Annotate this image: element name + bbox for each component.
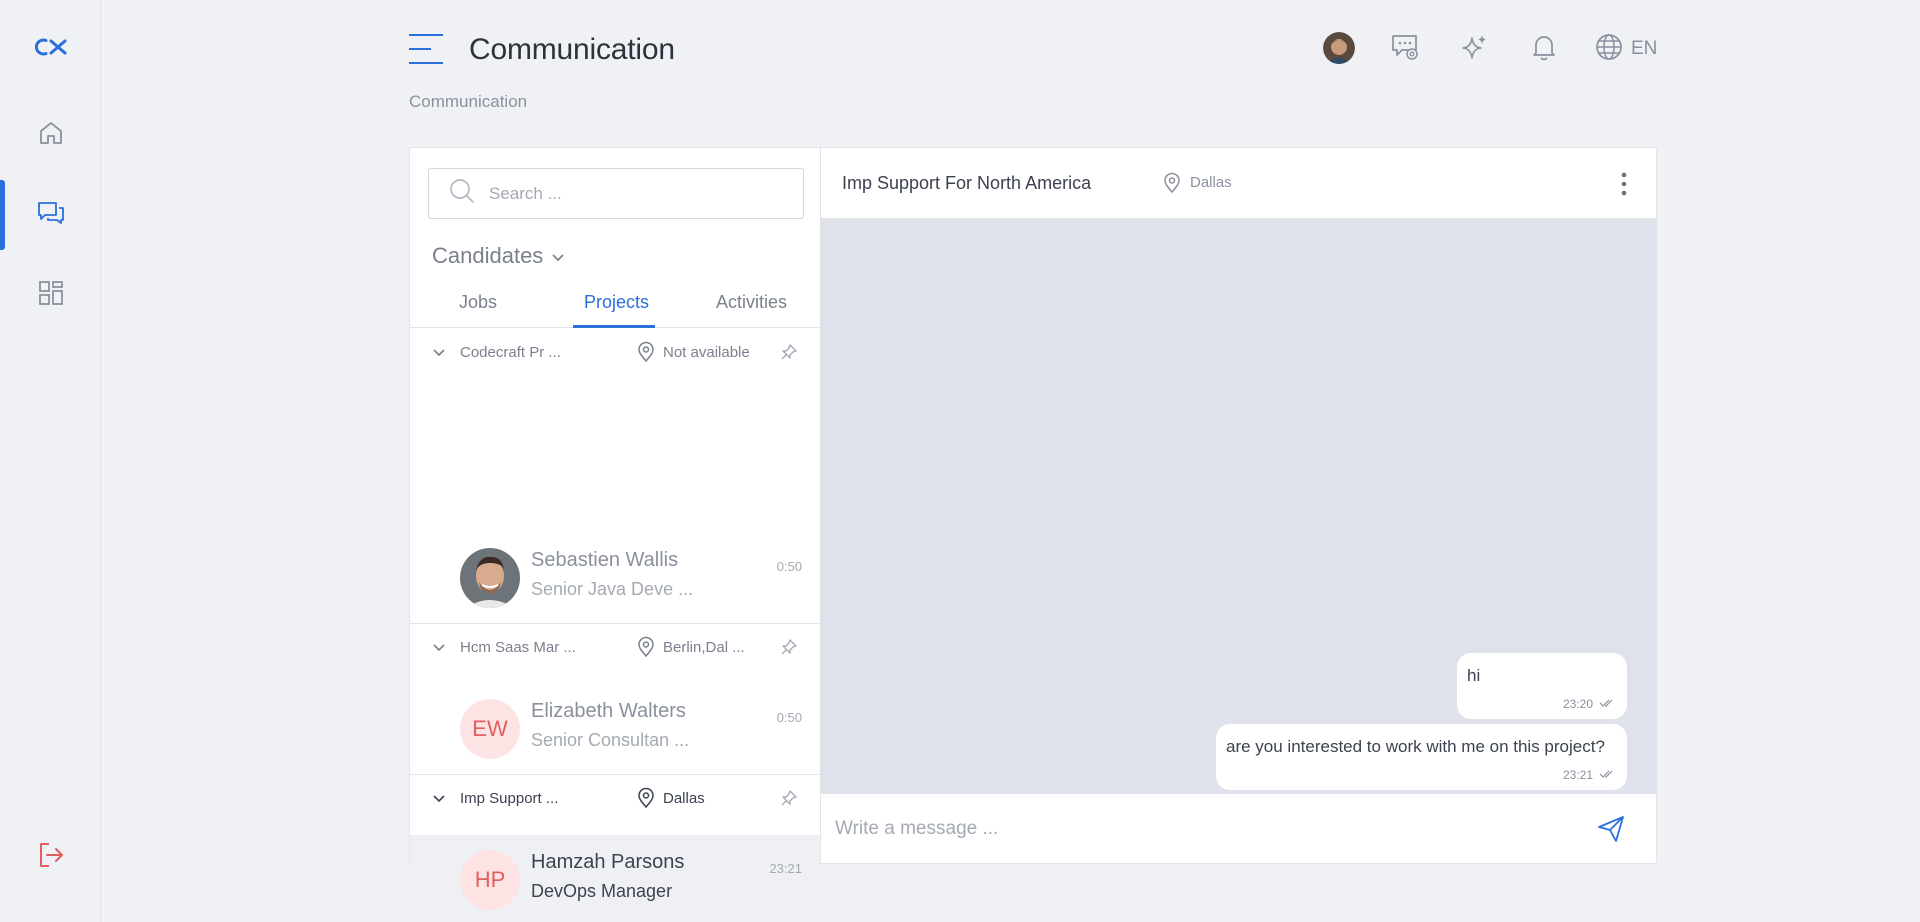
nav-communication[interactable] [0, 180, 101, 250]
message-input[interactable] [835, 812, 1575, 846]
notifications-button[interactable] [1527, 32, 1561, 66]
contact-list-item-selected[interactable]: HP Hamzah Parsons DevOps Manager 23:21 [410, 835, 820, 922]
contact-avatar: HP [460, 850, 520, 910]
tab-projects[interactable]: Projects [584, 292, 649, 313]
pin-icon[interactable] [780, 343, 798, 366]
contact-name: Elizabeth Walters [531, 700, 686, 722]
left-rail [0, 0, 101, 922]
active-tab-indicator [573, 325, 655, 328]
message-composer [821, 794, 1656, 863]
message-text: hi [1467, 666, 1481, 685]
candidates-dropdown-label: Candidates [432, 243, 544, 268]
contact-role: Senior Java Deve ... [531, 579, 694, 599]
contact-time: 0:50 [776, 710, 802, 725]
location-pin-icon [636, 636, 656, 663]
message-meta: 23:20 [1563, 697, 1615, 711]
message-text: are you interested to work with me on th… [1226, 737, 1605, 756]
double-check-icon [1599, 697, 1615, 711]
chevron-down-icon [551, 243, 565, 269]
globe-icon [1594, 32, 1624, 67]
project-group-header[interactable]: Hcm Saas Mar ... Berlin,Dal ... [410, 624, 820, 672]
contact-time: 23:21 [769, 861, 802, 876]
candidates-dropdown[interactable]: Candidates [432, 243, 565, 269]
contact-name: Hamzah Parsons [531, 851, 685, 873]
language-label[interactable]: EN [1631, 38, 1657, 60]
tab-bar: Jobs Projects Activities [410, 278, 820, 328]
language-button[interactable] [1592, 32, 1626, 66]
top-bar: EN [0, 30, 1920, 66]
logout-button[interactable] [0, 840, 101, 875]
project-group-name: Hcm Saas Mar ... [460, 639, 576, 656]
communication-panel: Candidates Jobs Projects Activities Code… [409, 147, 1657, 922]
chevron-down-icon[interactable] [432, 791, 446, 809]
location-pin-icon [636, 341, 656, 368]
conversation-list-pane: Candidates Jobs Projects Activities Code… [410, 148, 821, 922]
nav-home[interactable] [0, 100, 101, 170]
project-group-location: Not available [663, 344, 750, 361]
message-meta: 23:21 [1563, 768, 1615, 782]
send-icon[interactable] [1596, 814, 1626, 849]
message-time: 23:21 [1562, 768, 1593, 782]
breadcrumb[interactable]: Communication [409, 92, 527, 112]
chat-location: Dallas [1190, 174, 1232, 191]
user-avatar[interactable] [1323, 32, 1355, 64]
chat-settings-icon [1390, 32, 1420, 67]
contact-list-item[interactable]: EW Elizabeth Walters Senior Consultan ..… [410, 684, 820, 774]
contact-avatar: EW [460, 699, 520, 759]
project-group-location: Berlin,Dal ... [663, 639, 745, 656]
chat-header: Imp Support For North America Dallas [821, 148, 1656, 219]
double-check-icon [1599, 768, 1615, 782]
home-icon [37, 119, 65, 152]
contact-role: DevOps Manager [531, 881, 673, 901]
project-group-name: Imp Support ... [460, 790, 559, 807]
contact-avatar [460, 548, 520, 608]
project-group-name: Codecraft Pr ... [460, 344, 561, 361]
grid-icon [37, 279, 65, 312]
search-box[interactable] [428, 168, 804, 219]
message-bubble: are you interested to work with me on th… [1216, 724, 1627, 790]
tab-activities[interactable]: Activities [716, 292, 787, 313]
contact-role: Senior Consultan ... [531, 730, 690, 750]
message-bubble: hi 23:20 [1457, 653, 1627, 719]
chat-settings-button[interactable] [1388, 32, 1422, 66]
project-group-header[interactable]: Imp Support ... Dallas [410, 775, 820, 823]
chat-title: Imp Support For North America [842, 173, 1092, 193]
message-time: 23:20 [1562, 697, 1593, 711]
sparkle-icon [1459, 32, 1489, 67]
location-pin-icon [1162, 172, 1182, 199]
contact-time: 0:50 [776, 559, 802, 574]
chevron-down-icon[interactable] [432, 640, 446, 658]
contact-list-item[interactable]: Sebastien Wallis Senior Java Deve ... 0:… [410, 533, 820, 623]
pin-icon[interactable] [780, 638, 798, 661]
tab-jobs[interactable]: Jobs [459, 292, 497, 313]
project-group-header[interactable]: Codecraft Pr ... Not available [410, 329, 820, 377]
nav-dashboard[interactable] [0, 260, 101, 330]
logout-icon [36, 840, 66, 875]
message-area: hi 23:20 are you interested to work with… [821, 219, 1656, 794]
contact-name: Sebastien Wallis [531, 549, 679, 571]
search-input[interactable] [489, 183, 789, 204]
chat-icon [36, 198, 66, 233]
project-group-location: Dallas [663, 790, 705, 807]
chevron-down-icon[interactable] [432, 345, 446, 363]
chat-pane: Imp Support For North America Dallas hi … [821, 148, 1656, 863]
location-pin-icon [636, 787, 656, 814]
pin-icon[interactable] [780, 789, 798, 812]
search-icon [449, 178, 475, 209]
bell-icon [1529, 32, 1559, 67]
more-options-icon[interactable] [1620, 172, 1628, 201]
ai-assistant-button[interactable] [1457, 32, 1491, 66]
